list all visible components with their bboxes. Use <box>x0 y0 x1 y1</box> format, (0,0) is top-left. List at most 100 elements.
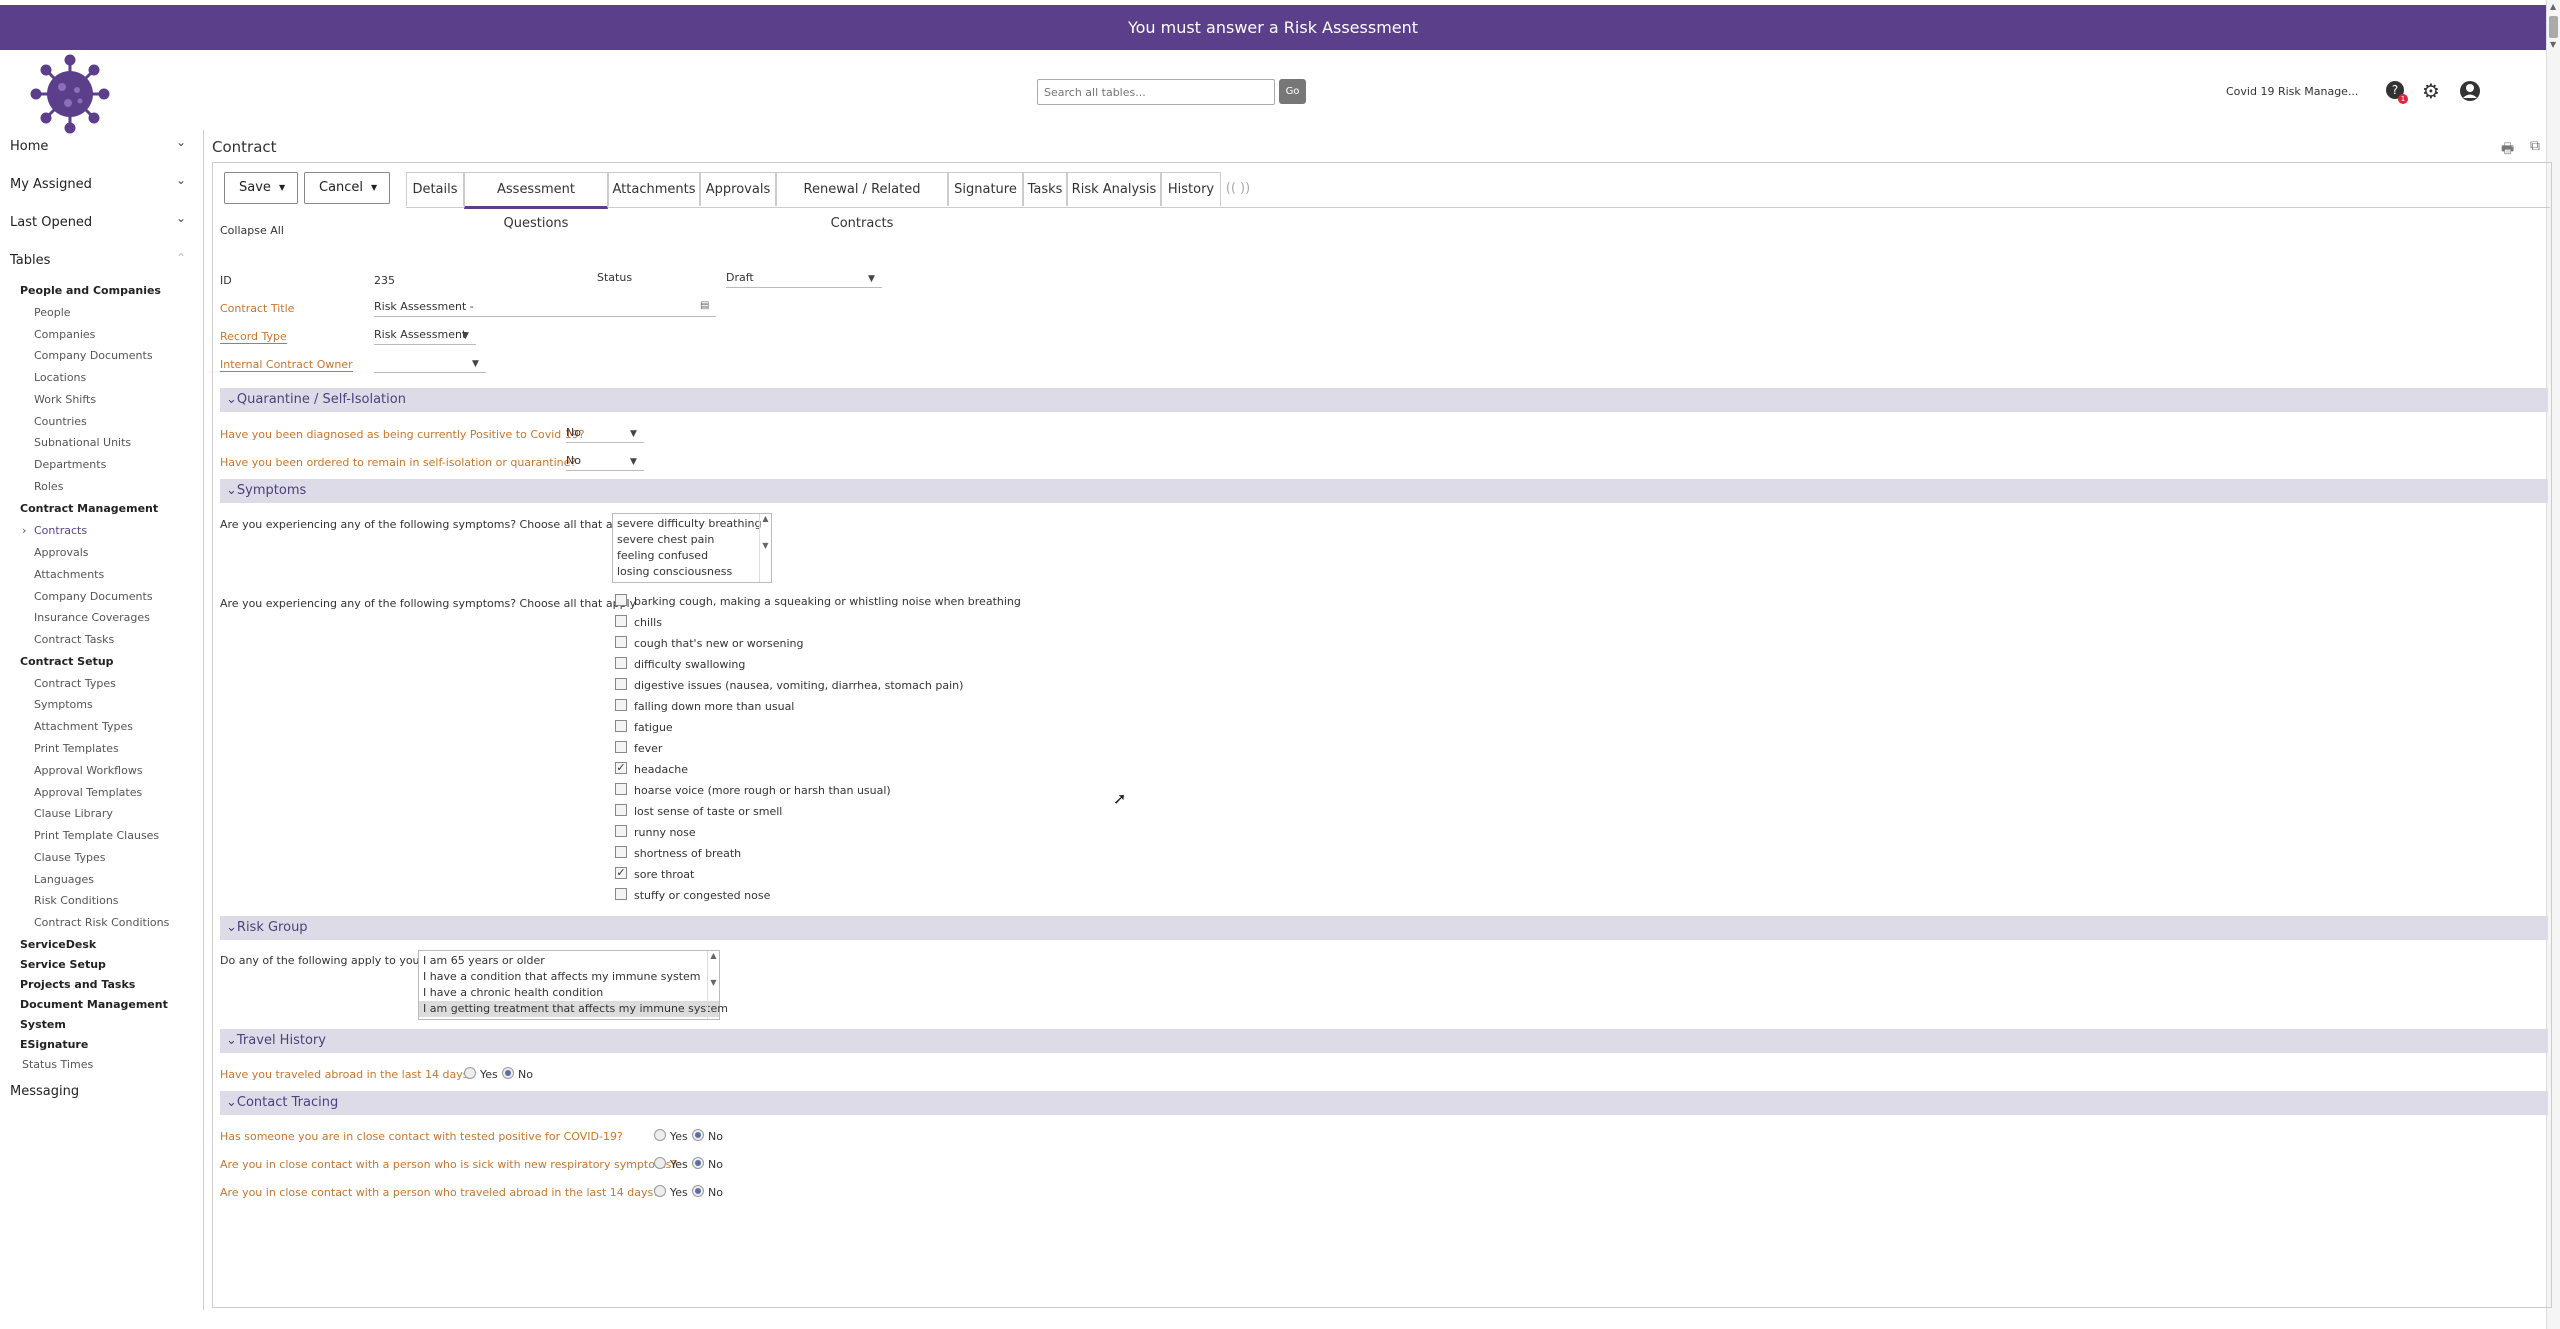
caret-down-icon[interactable]: ▼ <box>868 274 875 284</box>
symptom-checkbox[interactable] <box>615 657 627 669</box>
tab-risk-analysis[interactable]: Risk Analysis <box>1067 172 1161 206</box>
contact-q1-yes-radio[interactable] <box>654 1129 666 1141</box>
tab-approvals[interactable]: Approvals <box>700 172 776 206</box>
tab-history[interactable]: History <box>1161 172 1221 206</box>
symptom-checkbox[interactable] <box>615 615 627 627</box>
sidebar-item-contract-tasks[interactable]: Contract Tasks <box>34 633 114 646</box>
sidebar-group-projects-tasks[interactable]: Projects and Tasks <box>20 978 135 991</box>
sidebar-item-approvals[interactable]: Approvals <box>34 546 89 559</box>
symptom-checkbox[interactable] <box>615 678 627 690</box>
chevron-down-icon[interactable]: ⌄ <box>176 135 186 149</box>
sidebar-item-company-documents[interactable]: Company Documents <box>34 349 153 362</box>
symptom-checkbox[interactable] <box>615 720 627 732</box>
sidebar-group-service-setup[interactable]: Service Setup <box>20 958 106 971</box>
section-contact-tracing[interactable]: ⌄Contact Tracing <box>220 1091 2548 1115</box>
symptom-checkbox[interactable]: ✓ <box>615 762 627 774</box>
sidebar-my-assigned[interactable]: My Assigned <box>10 177 92 192</box>
text-editor-icon[interactable]: ▤ <box>700 300 709 311</box>
scrollbar-thumb[interactable] <box>2549 16 2558 38</box>
sidebar-tables[interactable]: Tables <box>10 253 50 268</box>
sidebar-item-contract-risk-conditions[interactable]: Contract Risk Conditions <box>34 916 169 929</box>
user-account-icon[interactable] <box>2459 80 2481 102</box>
travel-no-radio[interactable] <box>502 1067 514 1079</box>
sidebar-item-companies[interactable]: Companies <box>34 328 95 341</box>
symptom-checkbox[interactable] <box>615 636 627 648</box>
tab-renewal-related[interactable]: Renewal / Related Contracts <box>776 172 948 231</box>
sidebar-item-roles[interactable]: Roles <box>34 480 63 493</box>
section-risk-group[interactable]: ⌄Risk Group <box>220 916 2548 940</box>
tab-expand[interactable]: (( )) <box>1221 172 1255 206</box>
contact-q3-yes-radio[interactable] <box>654 1185 666 1197</box>
contract-title-input[interactable]: Risk Assessment - <box>374 300 716 317</box>
sidebar-item-risk-conditions[interactable]: Risk Conditions <box>34 894 119 907</box>
app-name-label[interactable]: Covid 19 Risk Manage... <box>2226 85 2358 98</box>
symptom-checkbox[interactable]: ✓ <box>615 867 627 879</box>
severe-symptoms-listbox[interactable]: severe difficulty breathing severe chest… <box>612 513 772 583</box>
search-go-button[interactable]: Go <box>1279 79 1306 104</box>
sidebar-item-print-templates[interactable]: Print Templates <box>34 742 119 755</box>
sidebar-home[interactable]: Home <box>10 139 48 154</box>
tab-details[interactable]: Details <box>406 172 464 206</box>
sidebar-group-contract-management[interactable]: Contract Management <box>20 502 158 515</box>
sidebar-item-symptoms[interactable]: Symptoms <box>34 698 93 711</box>
risk-group-listbox[interactable]: I am 65 years or older I have a conditio… <box>418 950 728 1020</box>
gear-icon[interactable]: ⚙ <box>2420 80 2442 102</box>
chevron-down-icon[interactable]: ⌄ <box>176 173 186 187</box>
sidebar-item-contract-types[interactable]: Contract Types <box>34 677 116 690</box>
print-icon[interactable]: 🖶 <box>2501 138 2514 162</box>
caret-down-icon[interactable]: ▼ <box>472 359 479 369</box>
symptom-checkbox[interactable] <box>615 846 627 858</box>
contact-q1-no-radio[interactable] <box>692 1129 704 1141</box>
symptom-checkbox[interactable] <box>615 804 627 816</box>
contact-q3-no-radio[interactable] <box>692 1185 704 1197</box>
symptom-checkbox[interactable] <box>615 825 627 837</box>
collapse-all-link[interactable]: Collapse All <box>220 224 284 237</box>
sidebar-group-servicedesk[interactable]: ServiceDesk <box>20 938 96 951</box>
list-item[interactable]: severe chest pain <box>613 532 771 548</box>
listbox-scrollbar[interactable]: ▲ ▼ <box>707 951 719 1019</box>
contact-q2-yes-radio[interactable] <box>654 1157 666 1169</box>
sidebar-item-attachments[interactable]: Attachments <box>34 568 104 581</box>
travel-yes-radio[interactable] <box>464 1067 476 1079</box>
sidebar-item-people[interactable]: People <box>34 306 71 319</box>
sidebar-item-insurance-coverages[interactable]: Insurance Coverages <box>34 611 150 624</box>
save-button[interactable]: Save ▼ <box>224 172 298 204</box>
sidebar-item-locations[interactable]: Locations <box>34 371 86 384</box>
symptom-checkbox[interactable] <box>615 888 627 900</box>
tab-signature[interactable]: Signature <box>948 172 1023 206</box>
sidebar-item-departments[interactable]: Departments <box>34 458 106 471</box>
list-item[interactable]: I am 65 years or older <box>419 953 719 969</box>
symptom-checkbox[interactable] <box>615 594 627 606</box>
sidebar-item-countries[interactable]: Countries <box>34 415 87 428</box>
sidebar-item-contracts[interactable]: Contracts <box>34 524 87 537</box>
sidebar-group-esignature[interactable]: ESignature <box>20 1038 88 1051</box>
sidebar-item-company-documents-2[interactable]: Company Documents <box>34 590 153 603</box>
sidebar-group-contract-setup[interactable]: Contract Setup <box>20 655 114 668</box>
cancel-button[interactable]: Cancel ▼ <box>304 172 390 204</box>
tab-tasks[interactable]: Tasks <box>1023 172 1067 206</box>
popout-icon[interactable]: ⧉ <box>2530 138 2540 154</box>
section-quarantine[interactable]: ⌄Quarantine / Self-Isolation <box>220 388 2548 412</box>
search-input[interactable] <box>1037 79 1275 105</box>
list-item[interactable]: I have a condition that affects my immun… <box>419 969 719 985</box>
symptom-checkbox[interactable] <box>615 741 627 753</box>
status-select[interactable]: Draft <box>726 271 882 288</box>
caret-down-icon[interactable]: ▼ <box>462 331 469 341</box>
section-symptoms[interactable]: ⌄Symptoms <box>220 479 2548 503</box>
tab-attachments[interactable]: Attachments <box>608 172 700 206</box>
sidebar-item-approval-templates[interactable]: Approval Templates <box>34 786 142 799</box>
sidebar-last-opened[interactable]: Last Opened <box>10 215 92 230</box>
caret-down-icon[interactable]: ▼ <box>630 457 637 467</box>
sidebar-item-clause-types[interactable]: Clause Types <box>34 851 105 864</box>
chevron-down-icon[interactable]: ⌄ <box>176 211 186 225</box>
tab-assessment-questions[interactable]: Assessment Questions <box>464 172 608 231</box>
sidebar-messaging[interactable]: Messaging <box>10 1084 79 1099</box>
sidebar-item-work-shifts[interactable]: Work Shifts <box>34 393 96 406</box>
section-travel-history[interactable]: ⌄Travel History <box>220 1029 2548 1053</box>
sidebar-item-clause-library[interactable]: Clause Library <box>34 807 113 820</box>
symptom-checkbox[interactable] <box>615 783 627 795</box>
sidebar-group-document-management[interactable]: Document Management <box>20 998 168 1011</box>
sidebar-item-print-template-clauses[interactable]: Print Template Clauses <box>34 829 159 842</box>
sidebar-group-system[interactable]: System <box>20 1018 66 1031</box>
chevron-up-icon[interactable]: ⌃ <box>176 251 186 265</box>
